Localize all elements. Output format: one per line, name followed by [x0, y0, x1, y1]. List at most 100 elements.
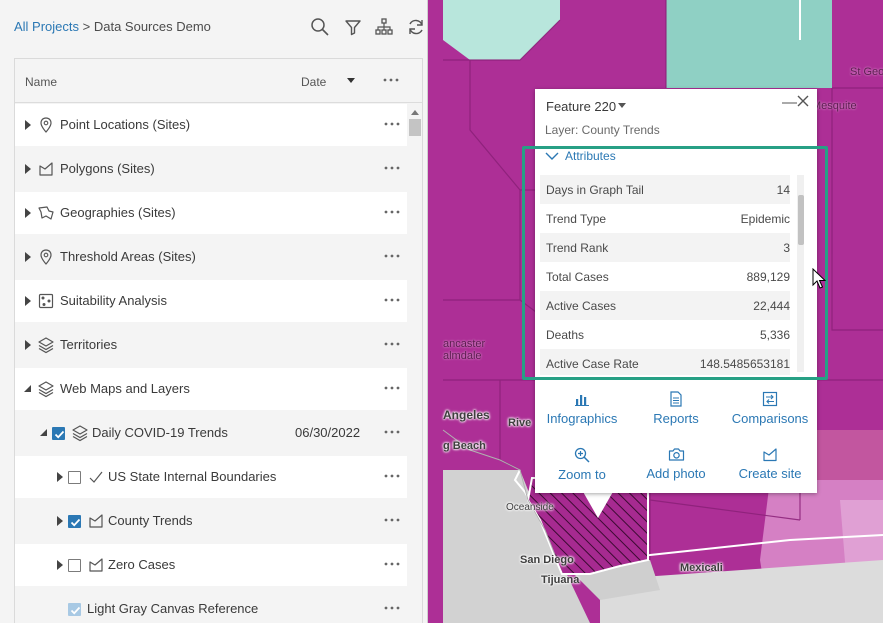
scrollbar-thumb[interactable] [409, 119, 421, 136]
minimize-icon[interactable]: — [782, 94, 797, 111]
more-options-icon[interactable] [384, 468, 400, 484]
expand-arrow-icon[interactable] [23, 339, 33, 351]
layer-checkbox[interactable] [68, 515, 81, 528]
attributes-toggle[interactable]: Attributes [545, 149, 616, 163]
layer-checkbox[interactable] [52, 427, 65, 440]
list-item-label: Web Maps and Layers [60, 381, 190, 396]
map-label: Mesquite [812, 100, 857, 112]
scroll-up-icon[interactable] [411, 109, 419, 115]
comparison-icon [762, 391, 778, 407]
sort-caret-icon[interactable] [346, 76, 356, 84]
list-item-web-maps-and-layers[interactable]: Web Maps and Layers [15, 368, 407, 410]
layer-checkbox[interactable] [68, 471, 81, 484]
geography-icon [38, 206, 54, 220]
more-options-icon[interactable] [384, 248, 400, 264]
more-options-icon[interactable] [384, 292, 400, 308]
map-label: Oceanside [506, 502, 554, 513]
popup-pointer [582, 490, 614, 518]
filter-button[interactable] [342, 16, 364, 38]
list-item-polygons[interactable]: Polygons (Sites) [15, 148, 407, 190]
feature-popup: Feature 220 — Layer: County Trends Attri… [535, 89, 817, 493]
layer-checkbox[interactable] [68, 559, 81, 572]
list-item-threshold-areas[interactable]: Threshold Areas (Sites) [15, 236, 407, 278]
zoom-to-button[interactable]: Zoom to [537, 447, 627, 482]
more-options-icon[interactable] [384, 160, 400, 176]
more-options-icon[interactable] [384, 556, 400, 572]
expand-arrow-icon[interactable] [23, 295, 33, 307]
reports-button[interactable]: Reports [631, 391, 721, 426]
expand-arrow-icon[interactable] [55, 559, 65, 571]
chevron-down-icon[interactable] [617, 102, 627, 110]
attribute-value: 148.5485653181 [699, 357, 790, 371]
add-photo-button[interactable]: Add photo [631, 447, 721, 481]
search-icon [311, 18, 329, 36]
more-options-icon[interactable] [384, 204, 400, 220]
search-button[interactable] [309, 16, 331, 38]
attributes-scrollbar[interactable] [797, 175, 804, 372]
comparisons-button[interactable]: Comparisons [725, 391, 815, 426]
expand-arrow-icon[interactable] [23, 251, 33, 263]
scrollbar-thumb[interactable] [798, 195, 804, 245]
more-options-icon[interactable] [382, 71, 400, 89]
list-item-point-locations[interactable]: Point Locations (Sites) [15, 104, 407, 146]
list-item-us-state-boundaries[interactable]: US State Internal Boundaries [15, 456, 407, 498]
list-item-county-trends[interactable]: County Trends [15, 500, 407, 542]
map-label: almdale [443, 350, 482, 362]
expand-arrow-icon[interactable] [23, 207, 33, 219]
more-options-icon[interactable] [384, 424, 400, 440]
infographics-label: Infographics [546, 411, 618, 426]
more-options-icon[interactable] [384, 600, 400, 616]
breadcrumb-all-projects[interactable]: All Projects [14, 19, 79, 34]
attribute-value: 22,444 [753, 299, 790, 313]
list-item-label: Light Gray Canvas Reference [87, 601, 259, 616]
expand-arrow-icon[interactable] [23, 119, 33, 131]
mouse-cursor-icon [812, 268, 826, 289]
zoom-icon [574, 447, 590, 463]
line-icon [89, 471, 103, 483]
camera-icon [668, 448, 684, 461]
more-options-icon[interactable] [384, 116, 400, 132]
list-item-zero-cases[interactable]: Zero Cases [15, 544, 407, 586]
list-item-suitability-analysis[interactable]: Suitability Analysis [15, 280, 407, 322]
list-item-label: County Trends [108, 513, 193, 528]
column-date-header[interactable]: Date [301, 75, 326, 89]
create-site-button[interactable]: Create site [725, 447, 815, 481]
list-item-label: Point Locations (Sites) [60, 117, 191, 132]
attribute-value: 889,129 [746, 270, 790, 284]
hierarchy-button[interactable] [373, 16, 395, 38]
list-item-light-gray-canvas[interactable]: Light Gray Canvas Reference [15, 588, 407, 623]
breadcrumb-separator: > [79, 19, 94, 34]
popup-title[interactable]: Feature 220 [546, 99, 616, 114]
list-scrollbar[interactable] [407, 104, 422, 623]
layers-icon [38, 337, 54, 354]
list-item-label: Zero Cases [108, 557, 176, 572]
more-options-icon[interactable] [384, 512, 400, 528]
attribute-row: Trend Rank 3 [540, 233, 790, 262]
collapse-arrow-icon[interactable] [39, 427, 49, 439]
more-options-icon[interactable] [384, 336, 400, 352]
list-header: Name Date [15, 59, 422, 103]
bar-chart-icon [575, 395, 589, 406]
layer-checkbox[interactable] [68, 603, 81, 616]
more-options-icon[interactable] [384, 380, 400, 396]
collapse-arrow-icon[interactable] [23, 383, 33, 395]
expand-arrow-icon[interactable] [23, 163, 33, 175]
list-item-date: 06/30/2022 [295, 425, 361, 440]
expand-arrow-icon[interactable] [55, 471, 65, 483]
close-icon[interactable] [796, 94, 810, 108]
list-item-daily-covid-trends[interactable]: Daily COVID-19 Trends 06/30/2022 [15, 412, 407, 454]
filter-icon [345, 20, 361, 36]
list-item-label: Daily COVID-19 Trends [92, 425, 228, 440]
refresh-button[interactable] [405, 16, 427, 38]
infographics-button[interactable]: Infographics [537, 393, 627, 426]
expand-arrow-icon[interactable] [55, 515, 65, 527]
list-item-geographies[interactable]: Geographies (Sites) [15, 192, 407, 234]
attribute-value: 3 [783, 241, 790, 255]
pin-icon [40, 117, 52, 133]
attribute-row: Days in Graph Tail 14 [540, 175, 790, 204]
create-site-label: Create site [738, 466, 802, 481]
column-name-header[interactable]: Name [25, 75, 57, 89]
layers-icon [72, 425, 88, 442]
polygon-icon [89, 558, 103, 572]
list-item-territories[interactable]: Territories [15, 324, 407, 366]
